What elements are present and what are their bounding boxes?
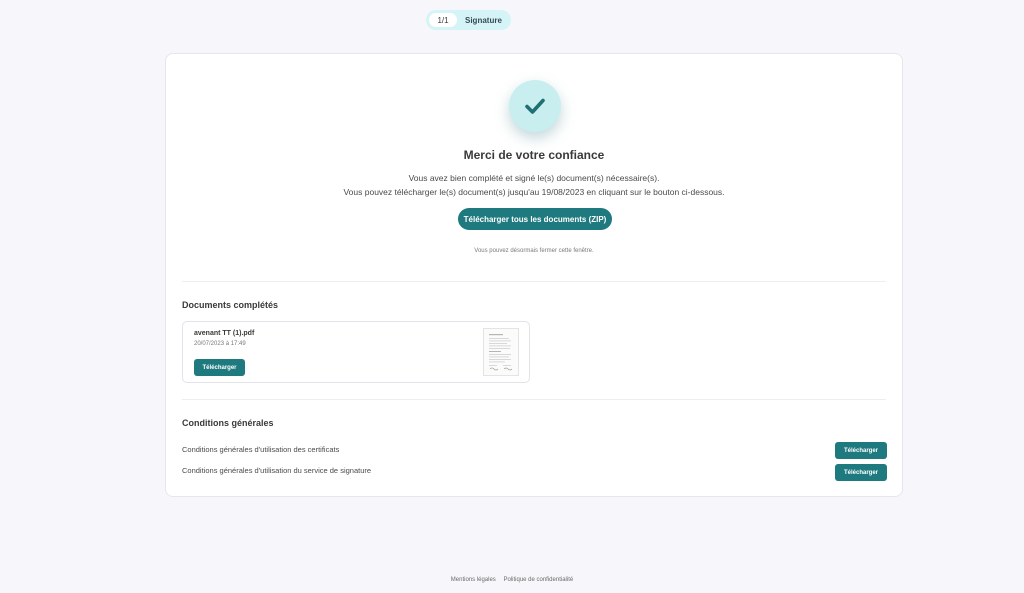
footer-link-legal[interactable]: Mentions légales	[451, 577, 496, 583]
section-divider	[182, 281, 886, 282]
conditions-certificates-label: Conditions générales d'utilisation des c…	[182, 445, 340, 454]
step-label: Signature	[465, 15, 502, 25]
checkmark-icon	[525, 98, 545, 114]
document-preview-icon	[489, 334, 513, 371]
step-count-badge: 1/1	[429, 13, 457, 27]
conditions-section-title: Conditions générales	[182, 418, 274, 428]
footer: Mentions légales Politique de confidenti…	[0, 577, 1024, 583]
documents-section-title: Documents complétés	[182, 300, 279, 310]
section-divider	[182, 399, 886, 400]
confirmation-card: Merci de votre confiance Vous avez bien …	[165, 53, 903, 497]
confirmation-message-line1: Vous avez bien complété et signé le(s) d…	[408, 173, 660, 183]
footer-link-privacy[interactable]: Politique de confidentialité	[503, 577, 573, 583]
document-card: avenant TT (1).pdf 20/07/2023 à 17:49 Té…	[182, 321, 530, 383]
confirmation-message-line2: Vous pouvez télécharger le(s) document(s…	[343, 187, 725, 197]
download-conditions-certificates-button[interactable]: Télécharger	[835, 442, 887, 459]
download-all-zip-button[interactable]: Télécharger tous les documents (ZIP)	[458, 208, 612, 230]
document-thumbnail[interactable]	[483, 328, 519, 376]
confirmation-title: Merci de votre confiance	[463, 148, 605, 162]
document-name: avenant TT (1).pdf	[194, 330, 255, 337]
close-window-note: Vous pouvez désormais fermer cette fenêt…	[474, 248, 594, 254]
document-date: 20/07/2023 à 17:49	[194, 341, 246, 347]
download-document-button[interactable]: Télécharger	[194, 359, 245, 376]
success-badge	[509, 80, 561, 132]
conditions-signature-service-label: Conditions générales d'utilisation du se…	[182, 466, 372, 475]
step-indicator: 1/1 Signature	[426, 10, 511, 30]
download-conditions-signature-button[interactable]: Télécharger	[835, 464, 887, 481]
